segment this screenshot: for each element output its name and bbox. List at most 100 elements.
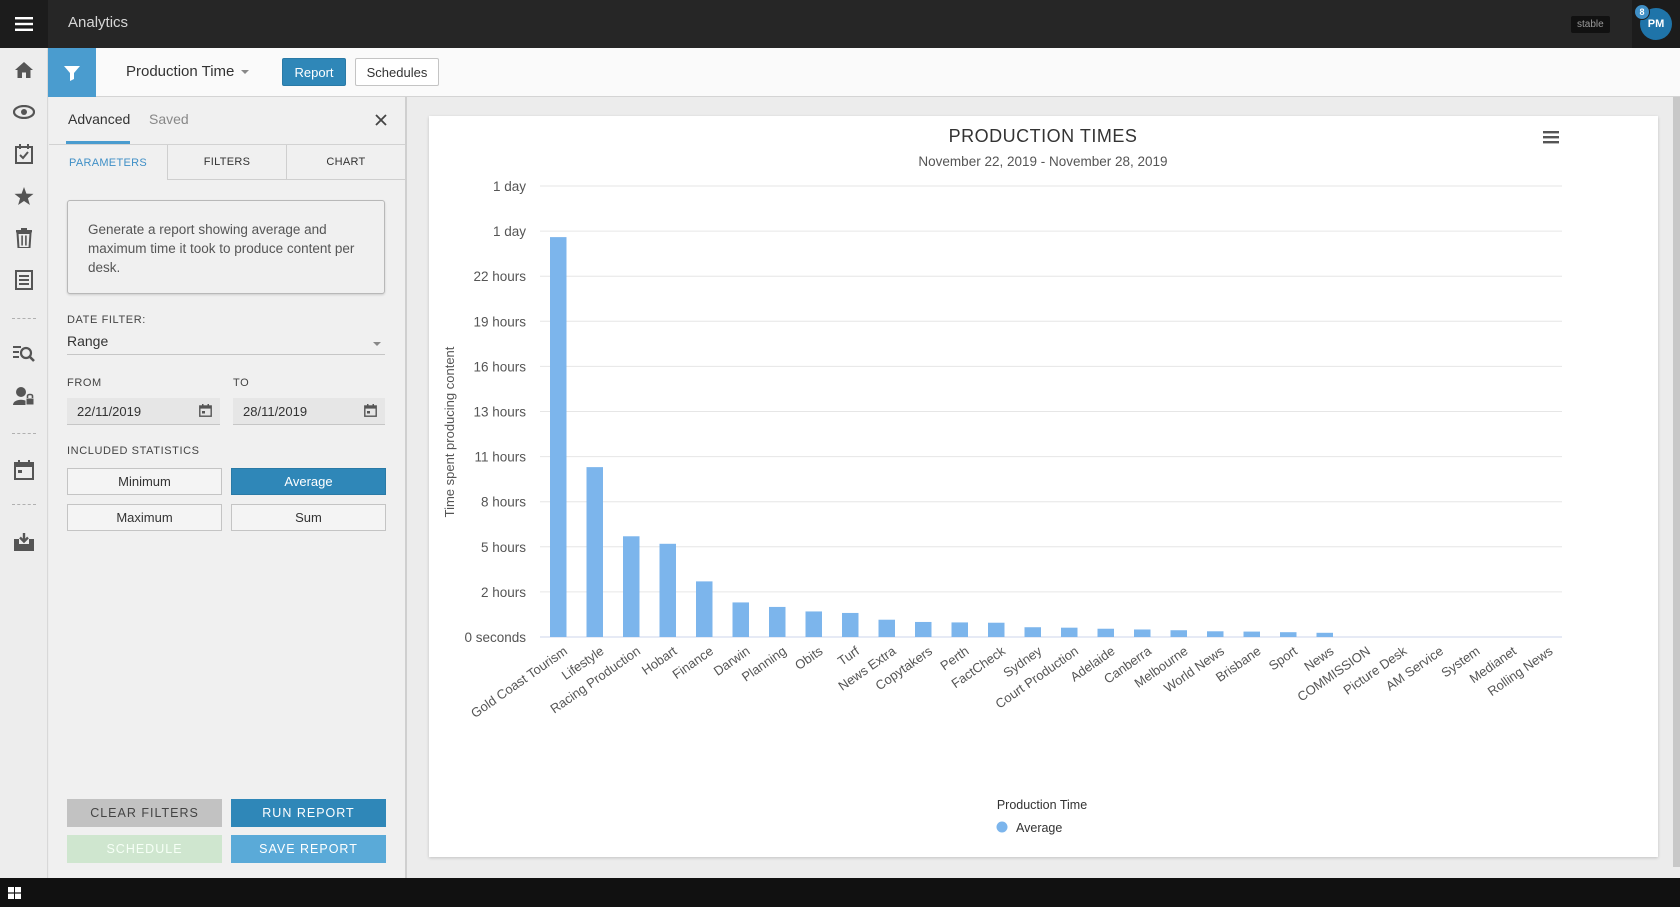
tab-parameters[interactable]: PARAMETERS xyxy=(49,145,168,180)
legend-item-average[interactable]: Average xyxy=(996,821,1063,835)
bar[interactable] xyxy=(586,467,604,637)
calendar-icon[interactable] xyxy=(12,458,36,482)
home-icon[interactable] xyxy=(12,58,36,82)
y-tick-label: 0 seconds xyxy=(464,630,526,645)
bar[interactable] xyxy=(659,543,677,637)
average-toggle[interactable]: Average xyxy=(231,468,386,495)
eye-icon[interactable] xyxy=(12,100,36,124)
bar[interactable] xyxy=(1061,627,1078,637)
bar[interactable] xyxy=(1024,627,1042,637)
nav-separator xyxy=(12,318,36,319)
minimum-toggle[interactable]: Minimum xyxy=(67,468,222,495)
included-statistics-label: INCLUDED STATISTICS xyxy=(67,445,200,457)
tab-saved[interactable]: Saved xyxy=(149,111,189,127)
report-description: Generate a report showing average and ma… xyxy=(67,200,385,294)
tab-chart[interactable]: CHART xyxy=(287,145,405,180)
x-tick-label: Finance xyxy=(669,643,715,682)
from-date-value: 22/11/2019 xyxy=(77,404,142,419)
top-bar: Analytics stable PM 8 xyxy=(0,0,1680,48)
bar[interactable] xyxy=(842,612,859,637)
bar[interactable] xyxy=(1097,628,1115,637)
from-label: FROM xyxy=(67,377,102,389)
bar[interactable] xyxy=(951,622,969,637)
date-filter-select[interactable]: Range xyxy=(67,333,385,355)
report-button[interactable]: Report xyxy=(282,58,346,86)
bar[interactable] xyxy=(988,622,1005,637)
bar[interactable] xyxy=(1134,629,1151,637)
to-date-value: 28/11/2019 xyxy=(243,404,308,419)
bar[interactable] xyxy=(915,621,932,637)
bar[interactable] xyxy=(696,581,713,637)
task-check-icon[interactable] xyxy=(12,142,36,166)
taskbar xyxy=(0,878,1680,907)
bar[interactable] xyxy=(805,611,823,637)
app-title: Analytics xyxy=(68,14,129,31)
menu-icon[interactable] xyxy=(0,0,48,48)
left-navigation xyxy=(0,48,48,878)
report-content: 0 seconds 2 hours 5 hours 8 hours 11 hours 13… xyxy=(409,97,1680,878)
bar[interactable] xyxy=(1207,631,1224,637)
tab-advanced[interactable]: Advanced xyxy=(68,111,130,127)
clear-filters-button[interactable]: CLEAR FILTERS xyxy=(67,799,222,827)
to-date-input[interactable]: 28/11/2019 xyxy=(233,398,385,425)
save-report-button[interactable]: SAVE REPORT xyxy=(231,835,386,863)
bar[interactable] xyxy=(1316,632,1334,637)
star-icon[interactable] xyxy=(12,184,36,208)
y-axis-title: Time spent producing content xyxy=(442,346,457,517)
report-type-label: Production Time xyxy=(126,63,235,80)
environment-badge: stable xyxy=(1571,16,1610,33)
windows-start-icon[interactable] xyxy=(8,887,21,899)
from-date-input[interactable]: 22/11/2019 xyxy=(67,398,220,425)
date-filter-label: DATE FILTER: xyxy=(67,314,146,326)
notification-badge[interactable]: 8 xyxy=(1634,4,1650,20)
inbox-download-icon[interactable] xyxy=(12,530,36,554)
legend-label: Average xyxy=(1016,821,1062,835)
legend-title: Production Time xyxy=(997,798,1087,812)
y-tick-label: 1 day xyxy=(493,224,526,239)
x-tick-label: Obits xyxy=(792,643,826,673)
bar[interactable] xyxy=(1170,630,1188,637)
user-menu[interactable]: PM 8 xyxy=(1632,0,1680,48)
y-tick-label: 19 hours xyxy=(473,314,526,329)
bar[interactable] xyxy=(1280,632,1297,637)
archive-icon[interactable] xyxy=(12,268,36,292)
bar[interactable] xyxy=(732,602,750,637)
to-label: TO xyxy=(233,377,250,389)
bar[interactable] xyxy=(878,619,896,637)
calendar-icon[interactable] xyxy=(199,404,212,420)
bar[interactable] xyxy=(1243,631,1261,637)
tab-filters[interactable]: FILTERS xyxy=(168,145,287,180)
y-tick-label: 8 hours xyxy=(481,495,526,510)
schedule-button[interactable]: SCHEDULE xyxy=(67,835,222,863)
user-lock-icon[interactable] xyxy=(12,384,36,408)
sum-toggle[interactable]: Sum xyxy=(231,504,386,531)
x-tick-label: Sport xyxy=(1266,643,1300,673)
y-tick-label: 13 hours xyxy=(473,405,526,420)
bar[interactable] xyxy=(769,606,786,637)
trash-icon[interactable] xyxy=(12,226,36,250)
legend-marker xyxy=(996,821,1008,833)
close-icon[interactable] xyxy=(372,111,390,129)
chart-title: PRODUCTION TIMES xyxy=(949,126,1138,146)
bar[interactable] xyxy=(550,237,567,637)
nav-separator xyxy=(12,433,36,434)
date-filter-value: Range xyxy=(67,333,109,349)
maximum-toggle[interactable]: Maximum xyxy=(67,504,222,531)
schedules-button[interactable]: Schedules xyxy=(355,58,439,86)
chart-subtitle: November 22, 2019 - November 28, 2019 xyxy=(918,154,1167,169)
report-type-dropdown[interactable]: Production Time xyxy=(126,63,250,80)
scrollbar[interactable] xyxy=(1673,97,1680,867)
search-list-icon[interactable] xyxy=(12,342,36,366)
bar[interactable] xyxy=(623,536,640,637)
filter-panel: Advanced Saved PARAMETERS FILTERS CHART … xyxy=(49,97,407,878)
filter-icon[interactable] xyxy=(48,48,96,97)
y-tick-label: 16 hours xyxy=(473,359,526,374)
chart-menu-icon[interactable] xyxy=(1543,131,1559,144)
report-toolbar: Production Time Report Schedules xyxy=(48,48,1680,97)
bar-chart: 0 seconds 2 hours 5 hours 8 hours 11 hours 13… xyxy=(442,126,1562,835)
chevron-down-icon xyxy=(373,342,381,346)
calendar-icon[interactable] xyxy=(364,404,377,420)
scrollbar-thumb[interactable] xyxy=(1673,97,1680,867)
y-tick-label: 1 day xyxy=(493,179,526,194)
run-report-button[interactable]: RUN REPORT xyxy=(231,799,386,827)
